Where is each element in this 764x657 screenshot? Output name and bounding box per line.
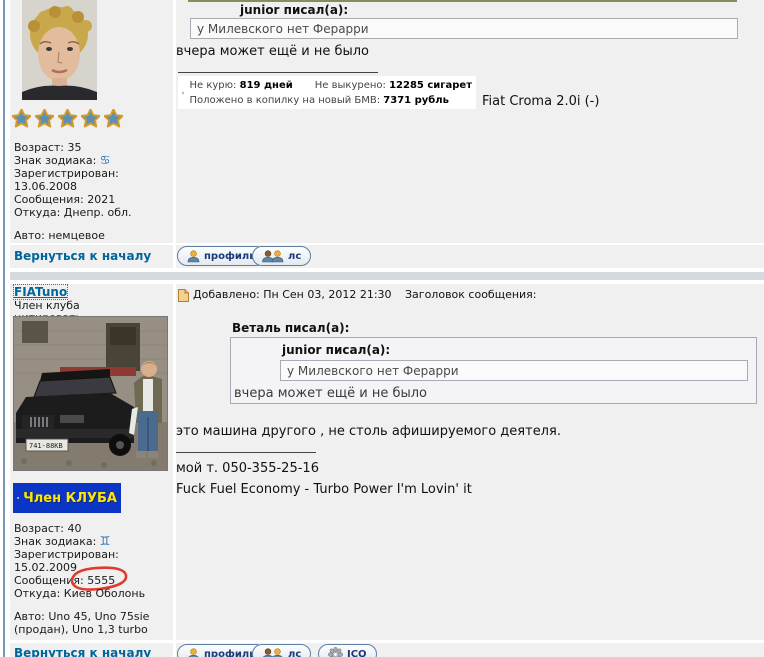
icq-button[interactable]: ICQ	[318, 644, 377, 657]
post2-user-registered-date: 15.02.2009	[14, 561, 77, 574]
post1-user-registered-label: Зарегистрирован:	[14, 167, 119, 180]
person-icon	[187, 648, 200, 657]
post2-car-photo: 741-88КВ	[14, 317, 167, 470]
post2-username-link[interactable]: FIATuno	[14, 285, 67, 299]
post2-message: это машина другого , не столь афишируемо…	[176, 424, 561, 439]
fiat-logo-icon: FIAT	[17, 486, 19, 510]
back-to-top-link-2[interactable]: Вернуться к началу	[14, 646, 151, 657]
post1-user-registered-date: 13.06.2008	[14, 180, 77, 193]
post2-signature-motto: Fuck Fuel Economy - Turbo Power I'm Lovi…	[176, 482, 472, 497]
post-count-value: 5555	[87, 574, 115, 587]
post2-user-from: Откуда: Киев Оболонь	[14, 587, 145, 600]
post2-inner-quote-header: junior писал(а):	[282, 343, 390, 357]
post1-user-zodiac: Знак зодиака: ♋	[14, 154, 111, 167]
post1-rating-stars	[12, 109, 123, 128]
smoke-line2: Положено в копилку на новый БМВ: 7371 ру…	[189, 93, 472, 108]
post1-avatar	[22, 0, 97, 100]
icq-flower-icon	[328, 647, 343, 657]
post2-posted-date: Добавлено: Пн Сен 03, 2012 21:30	[193, 288, 392, 301]
post2-inner-quote-body: у Милевского нет Ферарри	[280, 360, 748, 381]
post2-outer-quote-header: Веталь писал(а):	[232, 321, 349, 335]
post1-smoke-counter: Не курю: 819 днейНе выкурено: 12285 сига…	[178, 76, 476, 109]
post2-user-posts: Сообщения: 5555	[14, 574, 115, 587]
post1-user-from: Откуда: Днепр. обл.	[14, 206, 132, 219]
pm-button-2[interactable]: лс	[252, 644, 311, 657]
table-left-border	[3, 0, 5, 657]
post2-user-car-line2: (продан), Uno 1,3 turbo	[14, 623, 148, 636]
post1-quote-body: у Милевского нет Ферарри	[190, 18, 738, 39]
post-icon	[178, 287, 189, 306]
zodiac-gemini-icon: ♊	[100, 534, 111, 548]
zodiac-cancer-icon: ♋	[100, 153, 111, 167]
post2-user-registered-label: Зарегистрирован:	[14, 548, 119, 561]
club-badge-text: Член КЛУБА	[23, 491, 117, 506]
post1-quote-header: junior писал(а):	[240, 3, 348, 17]
star-icon	[12, 109, 31, 128]
two-persons-icon	[262, 250, 284, 263]
post2-signature-phone: мой т. 050-355-25-16	[176, 461, 319, 476]
two-persons-icon	[262, 648, 284, 657]
post2-signature-divider	[176, 452, 316, 453]
post1-signature-car: Fiat Croma 2.0i (-)	[482, 94, 599, 109]
post1-user-posts: Сообщения: 2021	[14, 193, 115, 206]
star-icon	[35, 109, 54, 128]
quote-top-border	[188, 0, 737, 2]
star-icon	[58, 109, 77, 128]
no-smoking-icon	[182, 80, 184, 106]
post2-user-car-line1: Авто: Uno 45, Uno 75sie	[14, 610, 149, 623]
post2-outer-quote-tail: вчера может ещё и не было	[234, 386, 427, 401]
post1-signature-divider	[178, 72, 378, 73]
post2-user-zodiac: Знак зодиака: ♊	[14, 535, 111, 548]
smoke-line1: Не курю: 819 днейНе выкурено: 12285 сига…	[189, 78, 472, 93]
post1-message: вчера может ещё и не было	[176, 44, 369, 59]
post1-user-age: Возраст: 35	[14, 141, 82, 154]
post2-user-age: Возраст: 40	[14, 522, 82, 535]
forum-page: Возраст: 35 Знак зодиака: ♋ Зарегистриро…	[0, 0, 764, 657]
post2-club-badge: FIAT Член КЛУБА	[13, 483, 121, 513]
star-icon	[81, 109, 100, 128]
person-icon	[187, 250, 200, 263]
post-separator	[10, 272, 764, 280]
license-plate-text: 741-88КВ	[29, 442, 63, 450]
back-to-top-link[interactable]: Вернуться к началу	[14, 249, 151, 263]
star-icon	[104, 109, 123, 128]
post2-subject-label: Заголовок сообщения:	[405, 288, 537, 301]
post1-user-car: Авто: немцевое	[14, 229, 105, 242]
pm-button[interactable]: лс	[252, 246, 311, 266]
